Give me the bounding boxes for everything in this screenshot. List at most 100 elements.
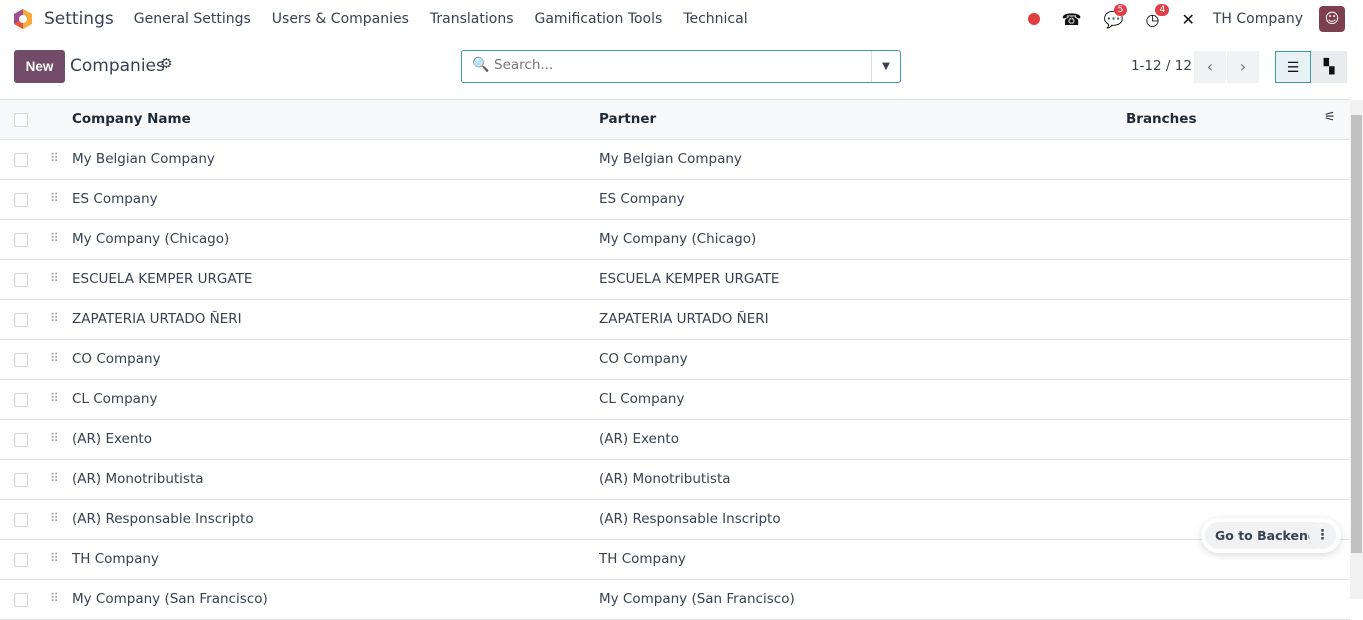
menu-gamification-tools[interactable]: Gamification Tools [535,11,663,27]
tools-icon[interactable]: ✕ [1181,10,1194,29]
company-name-cell[interactable]: ES Company [72,191,158,207]
row-checkbox[interactable] [14,553,28,567]
company-name-cell[interactable]: ESCUELA KEMPER URGATE [72,271,252,287]
header-partner[interactable]: Partner [599,111,656,127]
row-checkbox[interactable] [14,393,28,407]
list-view-button[interactable]: ☰ [1275,51,1311,83]
recording-status-icon[interactable] [1027,13,1040,25]
more-options-icon[interactable]: ⋮ [1309,522,1336,549]
menu-translations[interactable]: Translations [430,11,514,27]
table-row[interactable]: ⠿ ES Company ES Company [0,180,1350,220]
company-name-cell[interactable]: TH Company [72,551,159,567]
drag-handle-icon[interactable]: ⠿ [50,311,59,325]
company-name-cell[interactable]: (AR) Exento [72,431,152,447]
search-box: 🔍 ▼ [461,50,901,83]
select-all-checkbox[interactable] [14,113,28,127]
partner-cell[interactable]: My Company (Chicago) [599,231,756,247]
table-row[interactable]: ⠿ (AR) Exento (AR) Exento [0,420,1350,460]
partner-cell[interactable]: (AR) Monotributista [599,471,731,487]
partner-cell[interactable]: ZAPATERIA URTADO ÑERI [599,311,769,327]
company-name-cell[interactable]: My Company (San Francisco) [72,591,268,607]
search-input[interactable] [494,57,864,73]
drag-handle-icon[interactable]: ⠿ [50,231,59,245]
table-header: Company Name Partner Branches ⚟ [0,100,1350,140]
scrollbar-thumb[interactable] [1351,115,1362,553]
drag-handle-icon[interactable]: ⠿ [50,551,59,565]
table-row[interactable]: ⠿ ESCUELA KEMPER URGATE ESCUELA KEMPER URG… [0,260,1350,300]
optional-columns-toggle-icon[interactable]: ⚟ [1324,110,1336,125]
row-checkbox[interactable] [14,153,28,167]
drag-handle-icon[interactable]: ⠿ [50,431,59,445]
partner-cell[interactable]: My Belgian Company [599,151,742,167]
table-row[interactable]: ⠿ My Company (Chicago) My Company (Chicago… [0,220,1350,260]
row-checkbox[interactable] [14,433,28,447]
control-panel: New Companies ⚙ 🔍 ▼ 1-12 / 12 ‹ › ☰ ▚ [14,50,1349,83]
row-checkbox[interactable] [14,273,28,287]
partner-cell[interactable]: CL Company [599,391,684,407]
menu-general-settings[interactable]: General Settings [134,11,251,27]
company-switcher[interactable]: TH Company [1213,11,1303,27]
drag-handle-icon[interactable]: ⠿ [50,591,59,605]
partner-cell[interactable]: My Company (San Francisco) [599,591,795,607]
partner-cell[interactable]: TH Company [599,551,686,567]
company-name-cell[interactable]: My Company (Chicago) [72,231,229,247]
kanban-view-button[interactable]: ▚ [1311,51,1347,83]
drag-handle-icon[interactable]: ⠿ [50,351,59,365]
drag-handle-icon[interactable]: ⠿ [50,271,59,285]
partner-cell[interactable]: ES Company [599,191,685,207]
row-checkbox[interactable] [14,233,28,247]
row-checkbox[interactable] [14,473,28,487]
app-name[interactable]: Settings [44,9,114,29]
messages-icon[interactable]: 💬 5 [1104,3,1128,29]
company-name-cell[interactable]: CO Company [72,351,161,367]
messages-badge: 5 [1113,3,1128,16]
partner-cell[interactable]: (AR) Responsable Inscripto [599,511,781,527]
partner-cell[interactable]: (AR) Exento [599,431,679,447]
odoo-app-logo-icon[interactable] [12,8,34,30]
phone-icon[interactable]: ☎ [1062,10,1082,29]
new-button[interactable]: New [14,50,65,83]
row-checkbox[interactable] [14,513,28,527]
pager-previous-button[interactable]: ‹ [1194,51,1226,83]
row-checkbox[interactable] [14,193,28,207]
table-row[interactable]: ⠿ ZAPATERIA URTADO ÑERI ZAPATERIA URTADO Ñ… [0,300,1350,340]
company-name-cell[interactable]: My Belgian Company [72,151,215,167]
floating-actions: Go to Backend ⋮ [1201,518,1341,553]
page-title: Companies [70,56,165,76]
table-row[interactable]: ⠿ TH Company TH Company [0,540,1350,580]
gear-icon[interactable]: ⚙ [160,56,173,72]
company-name-cell[interactable]: ZAPATERIA URTADO ÑERI [72,311,242,327]
drag-handle-icon[interactable]: ⠿ [50,191,59,205]
menu-technical[interactable]: Technical [683,11,747,27]
table-row[interactable]: ⠿ (AR) Monotributista (AR) Monotributista [0,460,1350,500]
drag-handle-icon[interactable]: ⠿ [50,151,59,165]
user-avatar[interactable]: ☺ [1319,6,1345,32]
table-row[interactable]: ⠿ My Belgian Company My Belgian Company [0,140,1350,180]
partner-cell[interactable]: ESCUELA KEMPER URGATE [599,271,779,287]
company-name-cell[interactable]: CL Company [72,391,157,407]
drag-handle-icon[interactable]: ⠿ [50,511,59,525]
partner-cell[interactable]: CO Company [599,351,688,367]
header-branches[interactable]: Branches [1126,111,1196,127]
table-row[interactable]: ⠿ (AR) Responsable Inscripto (AR) Responsa… [0,500,1350,540]
pager-next-button[interactable]: › [1227,51,1259,83]
search-icon: 🔍 [472,57,490,73]
row-checkbox[interactable] [14,593,28,607]
drag-handle-icon[interactable]: ⠿ [50,391,59,405]
companies-table: Company Name Partner Branches ⚟ ⠿ My Belg… [0,99,1350,620]
table-row[interactable]: ⠿ My Company (San Francisco) My Company (S… [0,580,1350,620]
company-name-cell[interactable]: (AR) Responsable Inscripto [72,511,254,527]
activities-badge: 4 [1155,3,1170,16]
header-company-name[interactable]: Company Name [72,111,191,127]
row-checkbox[interactable] [14,353,28,367]
table-row[interactable]: ⠿ CO Company CO Company [0,340,1350,380]
company-name-cell[interactable]: (AR) Monotributista [72,471,204,487]
drag-handle-icon[interactable]: ⠿ [50,471,59,485]
menu-users-companies[interactable]: Users & Companies [272,11,409,27]
scrollbar[interactable] [1350,100,1363,599]
search-options-dropdown-icon[interactable]: ▼ [871,51,900,82]
activities-clock-icon[interactable]: ◷ 4 [1145,3,1170,29]
table-row[interactable]: ⠿ CL Company CL Company [0,380,1350,420]
pager-value[interactable]: 1-12 / 12 [1131,58,1192,74]
row-checkbox[interactable] [14,313,28,327]
